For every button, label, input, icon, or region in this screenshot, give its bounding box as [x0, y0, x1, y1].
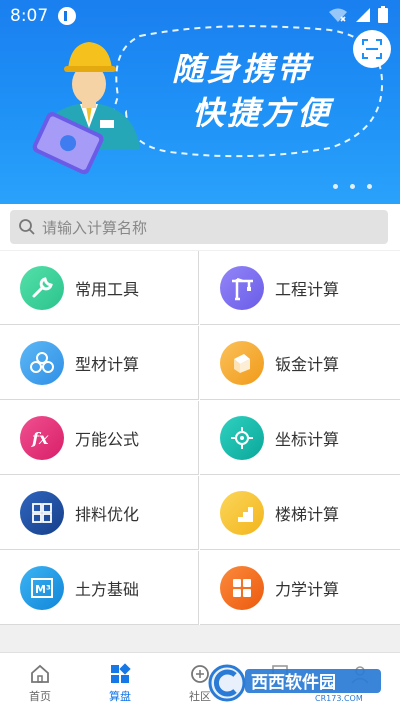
banner-slogan-line2: 快捷方便 — [192, 94, 333, 132]
tool-mechanics[interactable]: 力学计算 — [200, 551, 400, 625]
tool-label: 坐标计算 — [275, 429, 340, 449]
tool-grid: 常用工具 工程计算 型材计算 钣金计算 fx 万能公式 坐标计算 排料优化 楼梯… — [0, 251, 400, 625]
carousel-dot[interactable] — [333, 184, 338, 189]
cube-m3-icon: M³ — [20, 565, 64, 610]
tab-abacus[interactable]: 算盘 — [80, 653, 160, 711]
sheet-metal-icon — [220, 340, 264, 385]
scan-button[interactable] — [353, 30, 391, 68]
blocks-icon — [220, 565, 264, 610]
carousel-dot[interactable] — [367, 184, 372, 189]
tool-label: 排料优化 — [75, 504, 140, 524]
function-icon: fx — [20, 415, 64, 460]
battery-icon — [378, 6, 388, 23]
tool-label: 钣金计算 — [275, 354, 340, 374]
tool-engineering[interactable]: 工程计算 — [200, 251, 400, 325]
carousel-indicator — [333, 184, 372, 189]
banner-slogan-line1: 随身携带 — [172, 50, 313, 88]
pipes-icon — [20, 340, 64, 385]
tool-label: 万能公式 — [75, 429, 140, 449]
tool-nesting[interactable]: 排料优化 — [0, 476, 199, 550]
tool-label: 常用工具 — [75, 279, 140, 299]
stairs-icon — [220, 490, 264, 535]
tool-coordinate[interactable]: 坐标计算 — [200, 401, 400, 475]
carousel-dot[interactable] — [350, 184, 355, 189]
home-icon — [31, 664, 49, 683]
status-bar: 8:07 — [0, 0, 400, 32]
wifi-icon — [329, 8, 347, 22]
svg-text:fx: fx — [31, 429, 49, 448]
notification-app-icon — [58, 7, 76, 25]
watermark-subtext: CR173.COM — [315, 694, 363, 703]
scan-icon — [362, 39, 382, 59]
tab-label: 算盘 — [109, 690, 131, 703]
svg-text:M³: M³ — [35, 583, 51, 596]
search-area — [0, 204, 400, 250]
tool-profile[interactable]: 型材计算 — [0, 326, 199, 400]
status-time: 8:07 — [10, 6, 49, 26]
tab-home[interactable]: 首页 — [0, 653, 80, 711]
signal-icon — [356, 7, 370, 22]
layout-grid-icon — [20, 490, 64, 535]
coordinate-icon — [220, 415, 264, 460]
search-icon — [19, 219, 35, 235]
tool-label: 楼梯计算 — [275, 504, 340, 524]
watermark-logo: 西西软件园 CR173.COM — [208, 664, 381, 703]
tool-sheet-metal[interactable]: 钣金计算 — [200, 326, 400, 400]
crane-icon — [220, 265, 264, 310]
tool-label: 力学计算 — [275, 579, 340, 599]
tool-label: 土方基础 — [75, 579, 140, 599]
search-input[interactable] — [40, 210, 374, 246]
tool-label: 工程计算 — [275, 279, 340, 299]
abacus-icon — [111, 663, 131, 683]
tool-common-tools[interactable]: 常用工具 — [0, 251, 199, 325]
wrench-icon — [20, 265, 64, 310]
tool-earthwork[interactable]: M³ 土方基础 — [0, 551, 199, 625]
tool-stairs[interactable]: 楼梯计算 — [200, 476, 400, 550]
tool-label: 型材计算 — [75, 354, 140, 374]
tab-label: 首页 — [29, 690, 51, 703]
watermark-text: 西西软件园 — [251, 672, 336, 693]
search-box[interactable] — [10, 210, 388, 246]
tool-formula[interactable]: fx 万能公式 — [0, 401, 199, 475]
